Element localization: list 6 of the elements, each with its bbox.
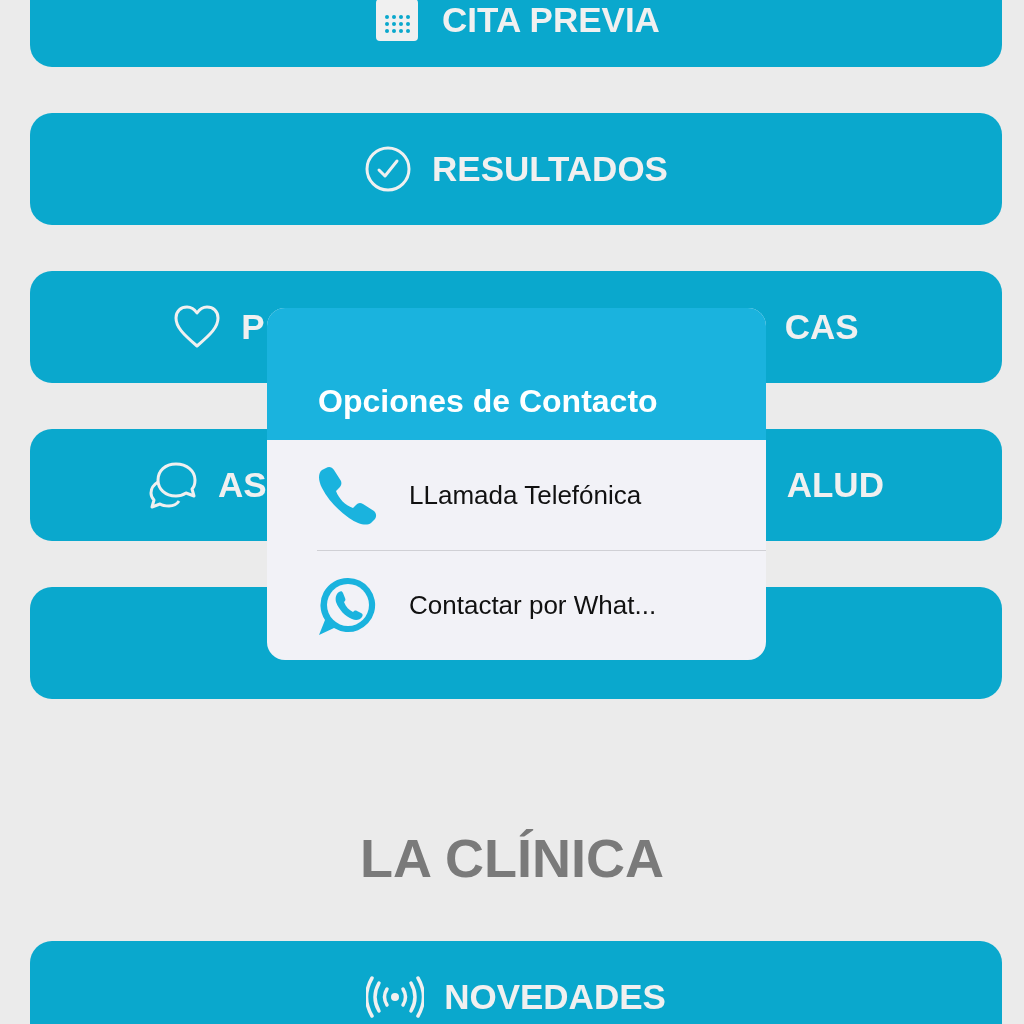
section-title: LA CLÍNICA — [359, 827, 665, 889]
button-label-end: CAS — [784, 307, 859, 347]
button-label-start: P — [241, 307, 265, 347]
button-label-end: ALUD — [786, 465, 884, 505]
popup-title: Opciones de Contacto — [318, 383, 658, 420]
button-label-start: AS — [218, 465, 267, 505]
